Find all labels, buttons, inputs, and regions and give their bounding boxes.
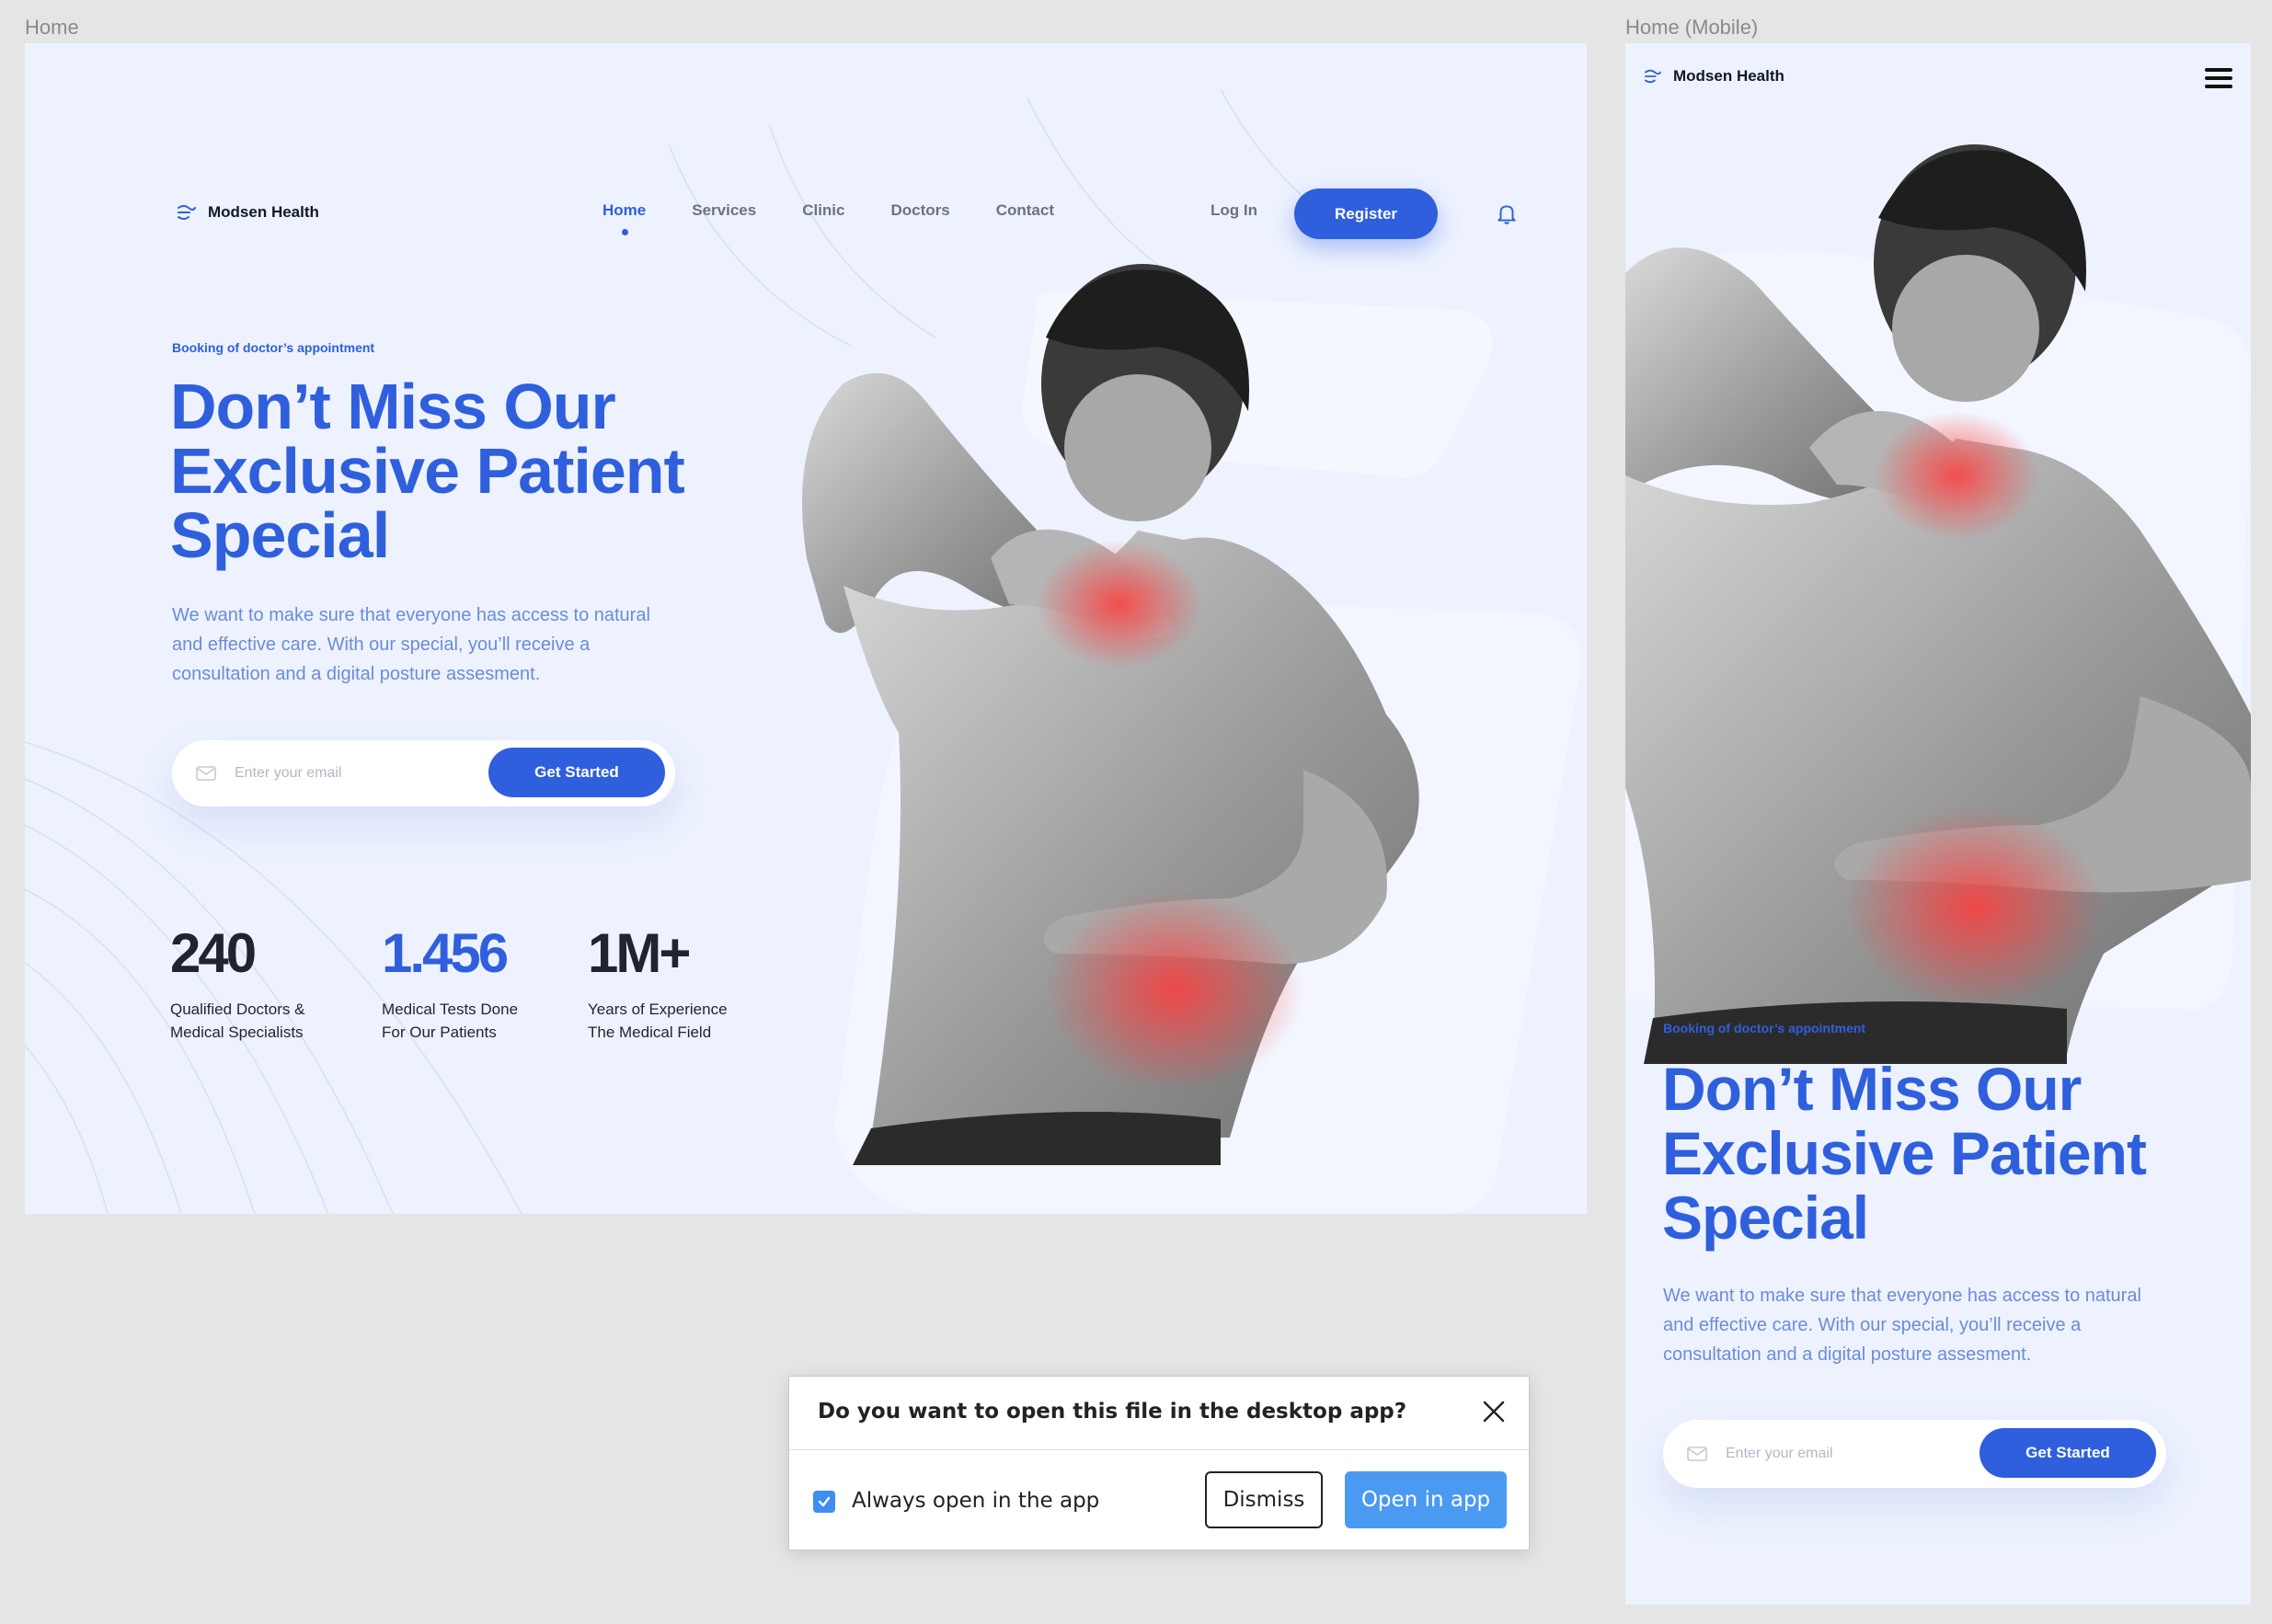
hero-lead-line: and effective care. With our special, yo… xyxy=(172,635,591,655)
desktop-frame[interactable]: Modsen Health Home Services Clinic Docto… xyxy=(25,43,1587,1214)
stat-caption-line: The Medical Field xyxy=(588,1024,712,1041)
always-open-checkbox[interactable] xyxy=(813,1491,835,1513)
dismiss-button[interactable]: Dismiss xyxy=(1205,1471,1323,1528)
stat-value: 1M+ xyxy=(588,922,691,984)
desktop-frame-label: Home xyxy=(25,16,79,39)
mobile-email-input[interactable] xyxy=(1726,1446,1956,1462)
stat-caption-line: For Our Patients xyxy=(382,1024,497,1041)
mobile-hero-title: Don’t Miss Our Exclusive Patient Special xyxy=(1662,1055,2147,1252)
stat-caption-line: Years of Experience xyxy=(588,1001,728,1018)
mobile-patient-image xyxy=(1625,144,2251,1064)
nav-clinic[interactable]: Clinic xyxy=(802,201,844,220)
hero-eyebrow: Booking of doctor’s appointment xyxy=(172,340,375,355)
nav-home[interactable]: Home xyxy=(602,201,646,235)
stat-caption: Qualified Doctors & Medical Specialists xyxy=(170,998,304,1044)
mobile-hero-eyebrow: Booking of doctor’s appointment xyxy=(1663,1021,1866,1035)
close-icon[interactable] xyxy=(1481,1399,1507,1424)
nav-contact[interactable]: Contact xyxy=(996,201,1054,220)
hero-title-line: Special xyxy=(1662,1184,1869,1252)
dialog-title: Do you want to open this file in the des… xyxy=(818,1400,1407,1424)
mail-icon xyxy=(1687,1447,1707,1461)
stat-experience: 1M+ Years of Experience The Medical Field xyxy=(588,921,728,1044)
bell-icon[interactable] xyxy=(1495,201,1519,225)
brand-name: Modsen Health xyxy=(1673,67,1784,85)
stat-doctors: 240 Qualified Doctors & Medical Specialis… xyxy=(170,921,304,1044)
hero-title: Don’t Miss Our Exclusive Patient Special xyxy=(170,371,685,571)
mobile-hero-lead: We want to make sure that everyone has a… xyxy=(1663,1281,2141,1369)
check-icon xyxy=(818,1496,831,1507)
pulse-logo-icon xyxy=(178,205,196,220)
hamburger-menu-icon[interactable] xyxy=(2205,68,2232,90)
email-input[interactable] xyxy=(235,765,465,782)
stat-caption: Medical Tests Done For Our Patients xyxy=(382,998,518,1044)
hero-lead-line: consultation and a digital posture asses… xyxy=(172,664,541,684)
hero-lead-line: We want to make sure that everyone has a… xyxy=(1663,1286,2141,1306)
get-started-button[interactable]: Get Started xyxy=(488,748,665,797)
nav-services[interactable]: Services xyxy=(692,201,756,220)
open-in-app-button[interactable]: Open in app xyxy=(1345,1471,1507,1528)
open-in-app-dialog: Do you want to open this file in the des… xyxy=(788,1376,1530,1550)
always-open-label[interactable]: Always open in the app xyxy=(852,1489,1099,1513)
hero-title-line: Special xyxy=(170,499,390,571)
hero-title-line: Exclusive Patient xyxy=(170,435,685,507)
main-nav: Home Services Clinic Doctors Contact xyxy=(602,201,1100,235)
mail-icon xyxy=(196,766,216,781)
stat-caption-line: Medical Tests Done xyxy=(382,1001,519,1018)
stat-caption-line: Qualified Doctors & xyxy=(170,1001,305,1018)
mobile-get-started-button[interactable]: Get Started xyxy=(1979,1428,2156,1478)
hero-title-line: Exclusive Patient xyxy=(1662,1119,2147,1187)
hero-lead-line: consultation and a digital posture asses… xyxy=(1663,1344,2032,1365)
hero-title-line: Don’t Miss Our xyxy=(1662,1055,2082,1123)
mobile-email-signup-form: Get Started xyxy=(1663,1420,2166,1488)
patient-back-pain-image xyxy=(802,264,1419,1165)
login-link[interactable]: Log In xyxy=(1211,201,1257,220)
nav-doctors[interactable]: Doctors xyxy=(890,201,949,220)
stat-value: 240 xyxy=(170,922,257,984)
register-button[interactable]: Register xyxy=(1294,189,1438,239)
stat-tests: 1.456 Medical Tests Done For Our Patients xyxy=(382,921,518,1044)
stat-value: 1.456 xyxy=(382,922,509,984)
dialog-divider xyxy=(789,1449,1529,1450)
email-signup-form: Get Started xyxy=(172,740,675,806)
mobile-frame-label: Home (Mobile) xyxy=(1625,16,1759,39)
brand-logo[interactable]: Modsen Health xyxy=(177,203,319,222)
pulse-logo-icon xyxy=(1644,69,1661,84)
stat-caption-line: Medical Specialists xyxy=(170,1024,304,1041)
hero-lead: We want to make sure that everyone has a… xyxy=(172,600,650,689)
hero-title-line: Don’t Miss Our xyxy=(170,371,616,442)
brand-name: Modsen Health xyxy=(208,203,319,221)
hero-lead-line: We want to make sure that everyone has a… xyxy=(172,605,650,625)
stat-caption: Years of Experience The Medical Field xyxy=(588,998,728,1044)
mobile-brand-logo[interactable]: Modsen Health xyxy=(1644,67,1784,86)
mobile-frame[interactable]: Modsen Health Booking of doctor’s appoin… xyxy=(1625,43,2251,1605)
hero-lead-line: and effective care. With our special, yo… xyxy=(1663,1315,2082,1335)
